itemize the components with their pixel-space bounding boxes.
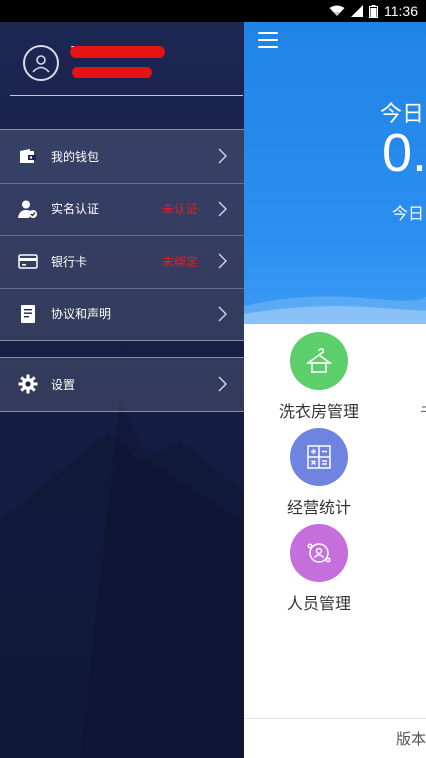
hanger-icon xyxy=(290,332,348,390)
signal-icon xyxy=(351,5,363,17)
calculator-icon xyxy=(290,428,348,486)
feature-label: 经营统计 xyxy=(286,498,351,517)
menu-item-status: 未绑定 xyxy=(161,254,198,269)
menu-item-settings[interactable]: 设置 xyxy=(0,358,244,411)
menu-item-status: 未认证 xyxy=(161,202,198,217)
menu-item-label: 协议和声明 xyxy=(51,307,112,322)
divider xyxy=(10,95,243,96)
feature-label-partial: 书 xyxy=(420,398,426,422)
chevron-right-icon xyxy=(218,201,227,217)
footer: 版本 xyxy=(244,718,426,758)
status-time: 11:36 xyxy=(384,3,418,19)
today-orders-label: 今日 xyxy=(392,204,425,223)
profile-header[interactable]: 18575704480 xyxy=(0,22,244,97)
navigation-drawer: 18575704480 我的钱包 xyxy=(0,22,244,758)
hamburger-menu-icon[interactable] xyxy=(258,32,278,48)
feature-laundry-management[interactable]: 洗衣房管理 xyxy=(264,332,374,422)
main-content: 今日 0. 今日 洗衣房管理 经营统计 人员管理 版本 xyxy=(244,22,426,758)
menu-item-agreements[interactable]: 协议和声明 xyxy=(0,287,244,341)
menu-group-account: 我的钱包 实名认证 未认证 银行卡 未绑定 协议和声明 xyxy=(0,129,244,341)
battery-icon xyxy=(369,4,378,18)
wallet-icon xyxy=(18,146,38,166)
verified-user-icon xyxy=(18,199,38,219)
menu-item-label: 银行卡 xyxy=(51,254,88,269)
feature-label: 人员管理 xyxy=(286,594,351,613)
people-orbit-icon xyxy=(290,524,348,582)
menu-item-bank-card[interactable]: 银行卡 未绑定 xyxy=(0,235,244,288)
chevron-right-icon xyxy=(218,148,227,164)
bank-card-icon xyxy=(18,251,38,271)
menu-item-wallet[interactable]: 我的钱包 xyxy=(0,130,244,183)
screen: 11:36 今日 0. 今日 洗衣房管理 经营统计 人员管理 版本 我的钱包 实… xyxy=(0,0,426,758)
menu-item-label: 设置 xyxy=(51,377,76,392)
header-wave-decoration xyxy=(244,296,426,324)
redaction-mark xyxy=(72,67,152,78)
chevron-right-icon xyxy=(218,306,227,322)
status-bar: 11:36 xyxy=(0,0,426,22)
main-header: 今日 0. 今日 xyxy=(244,22,426,324)
mountain-background xyxy=(0,402,244,758)
chevron-right-icon xyxy=(218,253,227,269)
version-label: 版本 xyxy=(395,730,426,748)
menu-item-label: 实名认证 xyxy=(51,202,100,217)
chevron-right-icon xyxy=(218,376,227,392)
wifi-icon xyxy=(329,5,345,17)
avatar[interactable] xyxy=(23,45,59,81)
settings-gear-icon xyxy=(18,374,38,394)
today-income-value: 0. xyxy=(382,123,426,183)
feature-business-statistics[interactable]: 经营统计 xyxy=(264,428,374,518)
menu-item-label: 我的钱包 xyxy=(51,149,100,164)
document-icon xyxy=(18,304,38,324)
redaction-mark xyxy=(70,46,165,58)
menu-item-identity-verification[interactable]: 实名认证 未认证 xyxy=(0,182,244,236)
feature-label: 洗衣房管理 xyxy=(278,402,359,421)
menu-group-settings: 设置 xyxy=(0,357,244,412)
user-icon xyxy=(32,55,50,73)
feature-staff-management[interactable]: 人员管理 xyxy=(264,524,374,614)
